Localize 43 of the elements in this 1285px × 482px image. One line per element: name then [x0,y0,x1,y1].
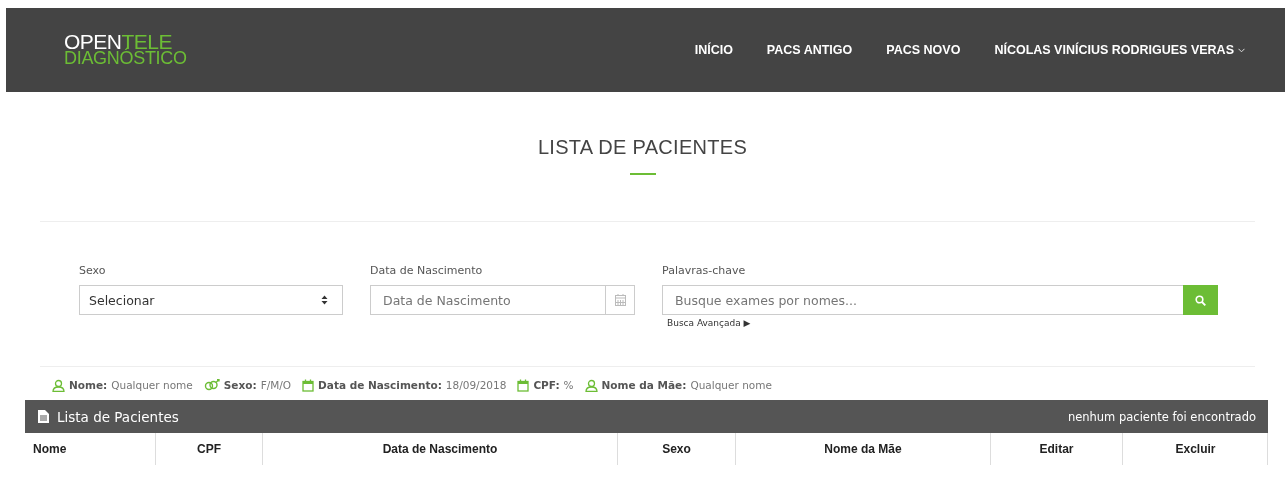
filter-label: Data de Nascimento: [318,379,442,391]
nav-link[interactable]: INÍCIO [694,43,733,57]
filter-label: Nome da Mãe: [601,379,687,391]
nav-link[interactable]: NÍCOLAS VINÍCIUS RODRIGUES VERAS [994,43,1245,57]
search-button[interactable] [1183,285,1218,315]
filter-value: F/M/O [260,379,292,391]
sex-select[interactable]: Selecionar [79,285,343,315]
table-status: nenhum paciente foi encontrado [1067,409,1256,424]
sort-arrows-icon [321,295,328,305]
nav-link[interactable]: PACS NOVO [886,43,961,57]
person-icon [584,378,598,392]
person-icon [52,378,65,392]
column-header: Excluir [1122,433,1268,465]
filter-label: Nome: [69,379,108,391]
calendar-icon [302,378,315,392]
chevron-down-icon [1238,47,1245,53]
field-label: Data de Nascimento [370,264,484,279]
logo[interactable]: OPENTELE DIAGNÓSTICO [64,33,187,67]
document-icon [38,410,49,423]
column-header: Editar [990,433,1122,465]
column-header: Data de Nascimento [262,433,617,465]
column-header: CPF [155,433,262,465]
filter-value: 18/09/2018 [445,379,507,391]
filter-label: CPF: [533,379,560,391]
column-header: Nome da Mãe [735,433,990,465]
advanced-search-link[interactable]: Busca Avançada ▶ [667,318,1218,328]
field-label: Sexo [79,264,107,279]
nav-link[interactable]: PACS ANTIGO [766,43,853,57]
filter-value: Qualquer nome [111,379,193,391]
filter-value: % [563,379,574,391]
calendar-icon[interactable] [614,294,626,306]
table-title: Lista de Pacientes [57,408,179,425]
page-title: LISTA DE PACIENTES [536,136,749,159]
gender-icon [203,378,220,392]
filter-value: Qualquer nome [690,379,772,391]
filter-label: Sexo: [223,379,257,391]
column-header: Nome [32,441,68,458]
column-header: Sexo [617,433,735,465]
field-label: Palavras-chave [662,264,747,279]
search-field[interactable]: Busque exames por nomes... [662,285,1183,315]
birth-date-field[interactable]: Data de Nascimento [370,285,605,315]
search-icon [1195,294,1206,306]
calendar-icon [517,378,530,392]
